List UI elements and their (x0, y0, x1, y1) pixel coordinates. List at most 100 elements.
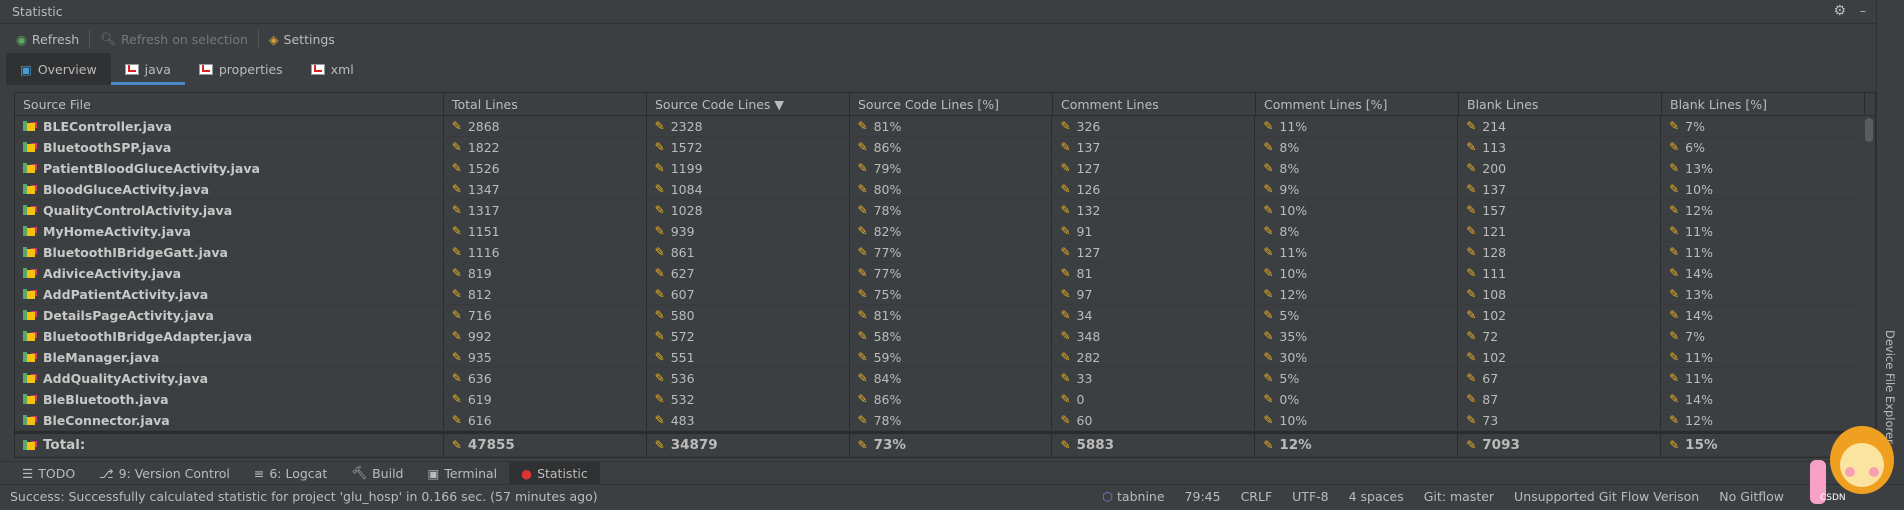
value-cell: ✎ 1116 (444, 242, 647, 262)
git-branch[interactable]: Git: master (1424, 489, 1494, 504)
settings-button[interactable]: ◈ Settings (265, 32, 339, 47)
value-cell: ✎ 1822 (444, 137, 647, 157)
table-row[interactable]: BluetoothSPP.java ✎ 1822 ✎ 1572 ✎ 86% ✎ 137 ✎ 8% ✎ 1… (15, 137, 1864, 158)
statistic-tab[interactable]: ● Statistic (509, 461, 600, 485)
value-cell: ✎ 616 (444, 410, 647, 430)
version-control-tab[interactable]: ⎇ 9: Version Control (87, 462, 242, 485)
value-cell: ✎ 58% (850, 326, 1053, 346)
table-row[interactable]: AddPatientActivity.java ✎ 812 ✎ 607 ✎ 75% ✎ 97 ✎ 1… (15, 284, 1864, 305)
table-row[interactable]: AdiviceActivity.java ✎ 819 ✎ 627 ✎ 77% ✎ 81 ✎ 10% ✎… (15, 263, 1864, 284)
tab-overview[interactable]: ▣ Overview (6, 53, 111, 85)
line-separator[interactable]: CRLF (1241, 489, 1273, 504)
pencil-icon: ✎ (1669, 203, 1680, 217)
pencil-icon: ✎ (1060, 245, 1071, 259)
hide-icon[interactable]: – (1860, 3, 1866, 18)
cell-value: 580 (670, 307, 695, 323)
table-row[interactable]: BluetoothIBridgeGatt.java ✎ 1116 ✎ 861 ✎ 77% ✎ 1… (15, 242, 1864, 263)
pencil-icon: ✎ (654, 350, 665, 364)
cell-value: 812 (467, 286, 492, 302)
table-row[interactable]: AddQualityActivity.java ✎ 636 ✎ 536 ✎ 84% ✎ 33 ✎ 5… (15, 368, 1864, 389)
cell-value: 11% (1685, 244, 1713, 260)
vertical-scrollbar[interactable] (1863, 116, 1875, 432)
cell-value: 0 (1076, 391, 1085, 407)
file-cell: BLEController.java (15, 116, 444, 136)
cell-value: 77% (873, 244, 902, 260)
table-row[interactable]: BleManager.java ✎ 935 ✎ 551 ✎ 59% ✎ 282 ✎ 30% ✎ 102 ✎… (15, 347, 1864, 368)
refresh-button[interactable]: ◉ Refresh (12, 32, 83, 47)
java-file-icon (23, 225, 37, 237)
pencil-icon: ✎ (1669, 413, 1680, 427)
file-name: DetailsPageActivity.java (43, 307, 214, 323)
column-header[interactable]: Total Lines (444, 93, 647, 115)
column-header[interactable]: Blank Lines (1459, 93, 1662, 115)
cell-value: 616 (467, 412, 492, 428)
table-row[interactable]: BleBluetooth.java ✎ 619 ✎ 532 ✎ 86% ✎ 0 ✎ 0% ✎ 87 ✎ 14… (15, 389, 1864, 410)
column-header[interactable]: Comment Lines [%] (1256, 93, 1459, 115)
column-header[interactable]: Source Code Lines ▼ (647, 93, 850, 115)
tab-xml[interactable]: xml (297, 53, 368, 85)
tab-properties[interactable]: properties (185, 53, 297, 85)
caret-position[interactable]: 79:45 (1185, 489, 1221, 504)
table-row[interactable]: BluetoothIBridgeAdapter.java ✎ 992 ✎ 572 ✎ 58%… (15, 326, 1864, 347)
cell-value: 67 (1482, 370, 1499, 386)
table-row[interactable]: BloodGluceActivity.java ✎ 1347 ✎ 1084 ✎ 80% ✎ 12… (15, 179, 1864, 200)
table-row[interactable]: MyHomeActivity.java ✎ 1151 ✎ 939 ✎ 82% ✎ 91 ✎ 8% ✎ 1… (15, 221, 1864, 242)
column-header[interactable]: Blank Lines [%] (1662, 93, 1865, 115)
tool-window-bar: ☰ TODO ⎇ 9: Version Control ≡ 6: Logcat 🔨︎ B… (0, 461, 1876, 485)
pencil-icon: ✎ (1669, 245, 1680, 259)
value-cell: ✎ 11% (1661, 368, 1864, 388)
gear-icon[interactable]: ⚙ (1833, 3, 1846, 19)
scrollbar-thumb[interactable] (1865, 118, 1873, 142)
pencil-icon: ✎ (654, 329, 665, 343)
table-row[interactable]: QualityControlActivity.java ✎ 1317 ✎ 1028 ✎ 78… (15, 200, 1864, 221)
file-cell: BluetoothSPP.java (15, 137, 444, 157)
pencil-icon: ✎ (451, 371, 462, 385)
value-cell: ✎ 60 (1052, 410, 1256, 430)
java-file-icon (23, 162, 37, 174)
cell-value: 483 (670, 412, 695, 428)
status-bar: Success: Successfully calculated statist… (0, 484, 1904, 507)
pencil-icon: ✎ (451, 224, 462, 238)
table-row[interactable]: BleConnector.java ✎ 616 ✎ 483 ✎ 78% ✎ 60 ✎ 10% ✎ 73 ✎… (15, 410, 1864, 431)
file-encoding[interactable]: UTF-8 (1292, 489, 1328, 504)
tab-java[interactable]: java (110, 53, 186, 85)
cell-value: 636 (467, 370, 492, 386)
gitflow-widget[interactable]: No Gitflow (1719, 489, 1784, 504)
value-cell: ✎ 0 (1052, 389, 1256, 409)
pencil-icon: ✎ (1466, 266, 1477, 280)
todo-tab[interactable]: ☰ TODO (10, 462, 87, 485)
column-header[interactable]: Comment Lines (1053, 93, 1256, 115)
indent-setting[interactable]: 4 spaces (1349, 489, 1404, 504)
table-row[interactable]: DetailsPageActivity.java ✎ 716 ✎ 580 ✎ 81% ✎ 34 ✎… (15, 305, 1864, 326)
list-icon: ☰ (22, 465, 34, 481)
tabnine-widget[interactable]: ⬡ tabnine (1102, 489, 1164, 504)
cell-value: 627 (670, 265, 695, 281)
terminal-tab[interactable]: ▣ Terminal (416, 462, 510, 485)
tw-label: Terminal (444, 465, 498, 481)
cell-value: 348 (1076, 328, 1101, 344)
value-cell: ✎ 12% (1661, 200, 1864, 220)
table-row[interactable]: BLEController.java ✎ 2868 ✎ 2328 ✎ 81% ✎ 326 ✎ 11%… (15, 116, 1864, 137)
right-tool-strip: Device File Explorer (1876, 0, 1904, 484)
logcat-tab[interactable]: ≡ 6: Logcat (242, 462, 339, 485)
column-header[interactable]: Source Code Lines [%] (850, 93, 1053, 115)
file-name: BleConnector.java (43, 412, 170, 428)
cell-value: 35% (1279, 328, 1308, 344)
table-row[interactable]: PatientBloodGluceActivity.java ✎ 1526 ✎ 1199… (15, 158, 1864, 179)
column-header[interactable]: Source File (15, 93, 444, 115)
pencil-icon: ✎ (1466, 182, 1477, 196)
value-cell: ✎ 10% (1255, 410, 1459, 430)
value-cell: ✎ 6% (1661, 137, 1864, 157)
value-cell: ✎ 551 (647, 347, 850, 367)
gitflow-status[interactable]: Unsupported Git Flow Verison (1514, 489, 1699, 504)
file-name: BleBluetooth.java (43, 391, 169, 407)
cell-value: 60 (1076, 412, 1093, 428)
tab-label: properties (218, 61, 283, 77)
value-cell: ✎ 8% (1255, 158, 1459, 178)
pencil-icon: ✎ (451, 329, 462, 343)
refresh-on-selection-button[interactable]: 🔍︎ Refresh on selection (96, 31, 252, 47)
build-tab[interactable]: 🔨︎ Build (339, 462, 415, 485)
refresh-selection-label: Refresh on selection (121, 31, 248, 47)
status-message[interactable]: Success: Successfully calculated statist… (10, 489, 598, 504)
value-cell: ✎ 1526 (444, 158, 647, 178)
